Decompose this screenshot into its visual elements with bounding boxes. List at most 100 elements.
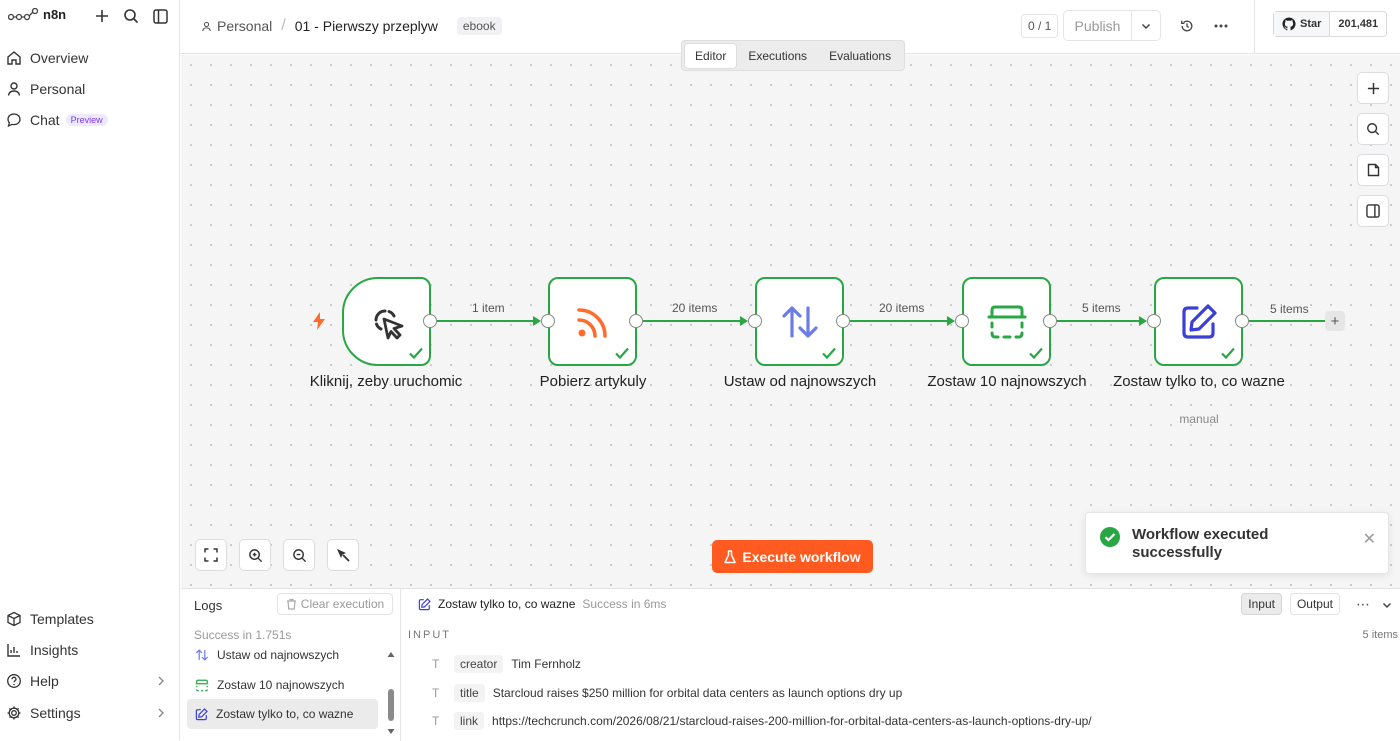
io-toggle: Input Output	[1241, 593, 1340, 615]
output-toggle-button[interactable]: Output	[1289, 593, 1340, 615]
zoom-out-button[interactable]	[283, 539, 315, 571]
fit-view-button[interactable]	[195, 539, 227, 571]
success-circle-icon	[1100, 527, 1120, 547]
clear-execution-button[interactable]: Clear execution	[277, 593, 393, 615]
active-counter: 0 / 1	[1021, 14, 1059, 38]
sidebar-item-label: Templates	[30, 611, 94, 627]
success-check-icon	[822, 347, 836, 360]
success-toast: Workflow executed successfully ✕	[1085, 512, 1389, 574]
limit-icon	[987, 305, 1026, 338]
log-detail: Zostaw tylko to, co wazne Success in 6ms…	[402, 589, 1400, 741]
github-star-button[interactable]: Star 201,481	[1273, 11, 1388, 37]
close-icon[interactable]: ✕	[1363, 529, 1376, 549]
node-label: Zostaw tylko to, co wazne	[1113, 373, 1285, 390]
input-handle[interactable]	[541, 314, 555, 328]
publish-dropdown[interactable]	[1132, 11, 1160, 40]
input-handle[interactable]	[955, 314, 969, 328]
log-detail-header: Zostaw tylko to, co wazne Success in 6ms	[418, 597, 666, 611]
tidy-up-button[interactable]	[327, 539, 359, 571]
execute-workflow-label: Execute workflow	[742, 548, 861, 565]
breadcrumb-project[interactable]: Personal	[201, 18, 272, 34]
rss-icon	[576, 307, 607, 338]
node-limit[interactable]	[962, 277, 1051, 366]
toggle-sidebar-icon[interactable]	[150, 6, 170, 26]
sort-arrows-icon	[195, 649, 209, 661]
log-detail-node: Zostaw tylko to, co wazne	[438, 597, 576, 611]
publish-button[interactable]: Publish	[1064, 11, 1132, 40]
history-icon[interactable]	[1176, 15, 1198, 37]
github-star-count[interactable]: 201,481	[1330, 12, 1386, 36]
log-item[interactable]: Zostaw 10 najnowszych	[187, 670, 378, 700]
log-item-label: Zostaw tylko to, co wazne	[216, 707, 354, 721]
collapse-panel-icon[interactable]	[1382, 597, 1392, 613]
canvas-zoom-toolbar	[195, 539, 359, 571]
breadcrumb-separator: /	[281, 17, 286, 34]
input-section-label: INPUT	[408, 629, 451, 641]
sidebar-item-chat[interactable]: Chat Preview	[6, 107, 174, 133]
execute-workflow-button[interactable]: Execute workflow	[712, 540, 873, 573]
add-next-node-button[interactable]: +	[1325, 311, 1345, 331]
node-rss-read[interactable]	[548, 277, 637, 366]
sidebar-item-insights[interactable]: Insights	[6, 637, 174, 663]
input-handle[interactable]	[1147, 314, 1161, 328]
add-icon[interactable]	[92, 6, 112, 26]
text-type-icon: T	[432, 657, 440, 671]
workflow-tag[interactable]: ebook	[456, 17, 502, 35]
user-icon	[7, 82, 21, 96]
help-icon	[7, 674, 21, 688]
sidebar-item-personal[interactable]: Personal	[6, 76, 174, 102]
node-manual-trigger[interactable]	[342, 277, 431, 366]
preview-badge: Preview	[65, 114, 108, 126]
input-toggle-button[interactable]: Input	[1241, 593, 1282, 615]
node-label: Ustaw od najnowszych	[723, 373, 877, 390]
logs-scrollbar[interactable]	[386, 649, 396, 739]
n8n-logo-icon	[8, 7, 38, 20]
logs-panel: Logs Clear execution Success in 1.751s U…	[181, 588, 1400, 741]
sidebar-item-templates[interactable]: Templates	[6, 606, 174, 632]
more-options-icon[interactable]	[1210, 15, 1232, 37]
node-label: Pobierz artykuly	[539, 373, 647, 390]
workflow-name[interactable]: 01 - Pierwszy przeplyw	[295, 18, 438, 34]
log-item-selected[interactable]: Zostaw tylko to, co wazne	[187, 699, 378, 729]
node-edit-fields[interactable]	[1154, 277, 1243, 366]
sidebar-item-label: Overview	[30, 50, 89, 66]
node-sublabel: manual	[1179, 412, 1219, 426]
log-item[interactable]: Ustaw od najnowszych	[187, 640, 378, 670]
zoom-in-button[interactable]	[239, 539, 271, 571]
workflow-canvas[interactable]: Editor Executions Evaluations Kliknij, z…	[181, 40, 1400, 588]
input-handle[interactable]	[748, 314, 762, 328]
output-handle[interactable]	[1235, 314, 1249, 328]
sidebar-item-overview[interactable]: Overview	[6, 45, 174, 71]
sidebar-item-help[interactable]: Help	[6, 668, 174, 694]
publish-button-group: Publish	[1063, 10, 1161, 41]
field-value: https://techcrunch.com/2026/08/21/starcl…	[492, 714, 1092, 728]
node-label: Zostaw 10 najnowszych	[927, 373, 1087, 390]
items-count: 5 items	[1362, 629, 1398, 641]
data-field-row: T link https://techcrunch.com/2026/08/21…	[432, 712, 1092, 730]
chart-icon	[7, 644, 20, 657]
edge-item-count: 20 items	[672, 301, 718, 315]
github-star[interactable]: Star	[1274, 12, 1331, 36]
node-sort[interactable]	[755, 277, 844, 366]
n8n-logo[interactable]: n8n	[8, 7, 66, 22]
flask-icon	[724, 549, 737, 563]
edit-icon	[195, 707, 208, 720]
more-options-icon[interactable]: ⋯	[1356, 596, 1370, 613]
edit-icon	[1181, 303, 1217, 339]
field-value: Starcloud raises $250 million for orbita…	[492, 686, 903, 700]
search-icon[interactable]	[121, 6, 141, 26]
sidebar-item-settings[interactable]: Settings	[6, 700, 174, 726]
header-divider	[1254, 0, 1255, 54]
edge-item-count: 5 items	[1082, 301, 1121, 315]
zoom-in-icon	[248, 548, 262, 562]
field-key: creator	[454, 655, 504, 673]
output-handle[interactable]	[423, 314, 437, 328]
output-handle[interactable]	[836, 314, 850, 328]
data-field-row: T creator Tim Fernholz	[432, 655, 581, 673]
output-handle[interactable]	[629, 314, 643, 328]
edit-icon	[418, 597, 431, 610]
chevron-right-icon	[158, 676, 164, 686]
output-handle[interactable]	[1043, 314, 1057, 328]
success-check-icon	[1029, 347, 1043, 360]
limit-icon	[195, 679, 209, 691]
